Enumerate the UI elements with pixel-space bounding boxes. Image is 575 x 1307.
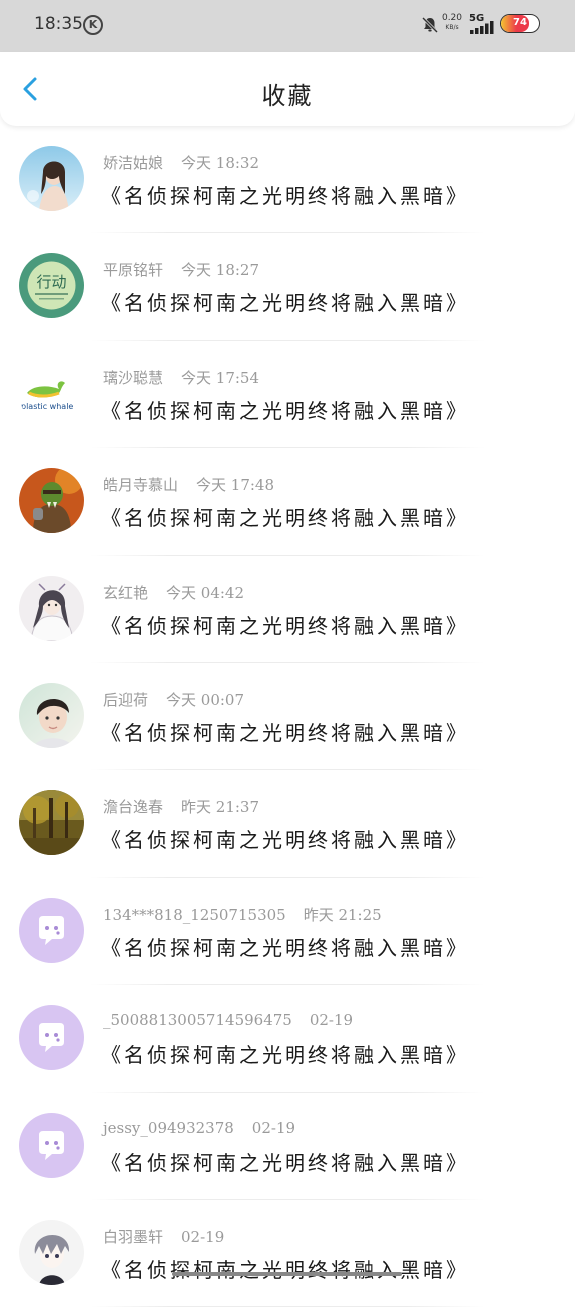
favorite-item[interactable]: 白羽墨轩 02-19 《名侦探柯南之光明终将融入黑暗》 — [0, 1200, 575, 1307]
favorite-time: 今天 17:48 — [196, 476, 275, 495]
favorite-book-title[interactable]: 《名侦探柯南之光明终将融入黑暗》 — [101, 1254, 469, 1283]
favorite-username: 134***818_1250715305 — [103, 905, 286, 924]
default-avatar-icon[interactable] — [19, 897, 84, 963]
favorite-book-title[interactable]: 《名侦探柯南之光明终将融入黑暗》 — [101, 395, 469, 424]
favorite-time: 昨天 21:25 — [303, 905, 382, 924]
favorite-username: 皓月寺慕山 — [103, 476, 179, 495]
favorite-item[interactable]: jessy_094932378 02-19 《名侦探柯南之光明终将融入黑暗》 — [0, 1093, 575, 1200]
favorite-username: 后迎荷 — [103, 690, 149, 709]
status-bar: 18:35 K 0.20 KB/s 5G 74 — [0, 0, 575, 52]
favorite-username: _5008813005714596475 — [103, 1011, 292, 1030]
user-avatar[interactable] — [19, 468, 84, 534]
favorite-time: 02-19 — [181, 1227, 225, 1246]
favorite-item[interactable]: _5008813005714596475 02-19 《名侦探柯南之光明终将融入黑暗… — [0, 985, 575, 1093]
favorite-item[interactable]: 皓月寺慕山 今天 17:48 《名侦探柯南之光明终将融入黑暗》 — [0, 448, 575, 556]
favorite-username: 澹台逸春 — [103, 798, 164, 817]
page-title: 收藏 — [261, 82, 314, 110]
favorite-book-title[interactable]: 《名侦探柯南之光明终将融入黑暗》 — [101, 287, 469, 316]
favorite-item[interactable]: 后迎荷 今天 00:07 《名侦探柯南之光明终将融入黑暗》 — [0, 663, 575, 771]
home-indicator[interactable] — [172, 1272, 402, 1276]
favorite-time: 昨天 21:37 — [181, 798, 260, 817]
favorite-time: 今天 17:54 — [181, 368, 260, 387]
user-avatar[interactable] — [19, 682, 84, 748]
favorite-username: 白羽墨轩 — [103, 1227, 164, 1246]
user-avatar[interactable] — [19, 790, 84, 856]
favorite-book-title[interactable]: 《名侦探柯南之光明终将融入黑暗》 — [101, 502, 469, 531]
default-avatar-icon[interactable] — [19, 1112, 84, 1178]
favorite-book-title[interactable]: 《名侦探柯南之光明终将融入黑暗》 — [101, 1147, 469, 1176]
favorite-time: 今天 18:32 — [181, 154, 260, 172]
favorite-item[interactable]: 澹台逸春 昨天 21:37 《名侦探柯南之光明终将融入黑暗》 — [0, 770, 575, 878]
favorite-meta: _5008813005714596475 02-19 — [103, 1011, 353, 1029]
status-time: 18:35 — [34, 14, 83, 34]
favorite-item[interactable]: plastic whale 璃沙聪慧 今天 17:54 《名侦探柯南之光明终将融入黑暗… — [0, 341, 575, 449]
favorite-time: 今天 18:27 — [181, 261, 260, 280]
favorite-meta: 娇洁姑娘 今天 18:32 — [103, 152, 259, 173]
favorite-item[interactable]: 行动 平原铭轩 今天 18:27 《名侦探柯南之光明终将融入黑暗》 — [0, 233, 575, 341]
favorite-meta: 白羽墨轩 02-19 — [103, 1226, 224, 1247]
battery-icon: 74 — [500, 14, 540, 33]
favorite-meta: 134***818_1250715305 昨天 21:25 — [103, 904, 382, 925]
default-avatar-icon[interactable] — [19, 1005, 84, 1071]
favorite-book-title[interactable]: 《名侦探柯南之光明终将融入黑暗》 — [101, 717, 469, 746]
user-avatar[interactable]: 行动 — [19, 253, 84, 319]
user-avatar[interactable] — [19, 1219, 84, 1285]
signal-strength-icon — [470, 21, 494, 34]
network-speed-value: 0.20 — [441, 13, 463, 23]
k-circle-icon: K — [83, 15, 103, 35]
favorite-meta: 玄红艳 今天 04:42 — [103, 582, 244, 603]
network-speed: 0.20 KB/s — [441, 13, 463, 33]
svg-text:行动: 行动 — [36, 273, 66, 291]
favorite-meta: jessy_094932378 02-19 — [103, 1119, 295, 1137]
favorite-time: 今天 04:42 — [166, 583, 245, 602]
favorite-item[interactable]: 玄红艳 今天 04:42 《名侦探柯南之光明终将融入黑暗》 — [0, 556, 575, 663]
network-speed-unit: KB/s — [445, 24, 459, 31]
favorite-book-title[interactable]: 《名侦探柯南之光明终将融入黑暗》 — [101, 824, 469, 853]
favorite-time: 02-19 — [251, 1118, 296, 1137]
favorite-meta: 平原铭轩 今天 18:27 — [103, 259, 259, 280]
favorite-book-title[interactable]: 《名侦探柯南之光明终将融入黑暗》 — [101, 932, 469, 961]
app-header: 收藏 — [0, 52, 575, 126]
svg-text:plastic whale: plastic whale — [21, 402, 73, 411]
favorites-list: 娇洁姑娘 今天 18:32 《名侦探柯南之光明终将融入黑暗》 行动 平原铭轩 今天 18:… — [0, 126, 575, 1307]
favorite-meta: 璃沙聪慧 今天 17:54 — [103, 367, 259, 388]
favorite-book-title[interactable]: 《名侦探柯南之光明终将融入黑暗》 — [101, 180, 469, 209]
favorite-book-title[interactable]: 《名侦探柯南之光明终将融入黑暗》 — [101, 610, 469, 639]
favorite-username: 玄红艳 — [103, 583, 149, 602]
favorite-time: 今天 00:07 — [166, 690, 245, 709]
favorite-time: 02-19 — [309, 1011, 354, 1030]
favorite-meta: 澹台逸春 昨天 21:37 — [103, 796, 259, 817]
favorite-book-title[interactable]: 《名侦探柯南之光明终将融入黑暗》 — [101, 1039, 469, 1068]
bell-muted-icon — [421, 16, 439, 34]
favorite-username: 娇洁姑娘 — [103, 154, 164, 172]
user-avatar[interactable]: plastic whale — [19, 360, 84, 426]
favorite-meta: 皓月寺慕山 今天 17:48 — [103, 474, 274, 495]
favorite-username: 平原铭轩 — [103, 261, 164, 280]
favorite-item[interactable]: 娇洁姑娘 今天 18:32 《名侦探柯南之光明终将融入黑暗》 — [0, 126, 575, 234]
user-avatar[interactable] — [19, 146, 84, 211]
favorite-username: jessy_094932378 — [103, 1118, 234, 1137]
favorite-item[interactable]: 134***818_1250715305 昨天 21:25 《名侦探柯南之光明终将融… — [0, 878, 575, 986]
favorite-meta: 后迎荷 今天 00:07 — [103, 689, 244, 710]
favorite-username: 璃沙聪慧 — [103, 368, 164, 387]
battery-level-label: 74 — [513, 17, 527, 28]
user-avatar[interactable] — [19, 575, 84, 641]
